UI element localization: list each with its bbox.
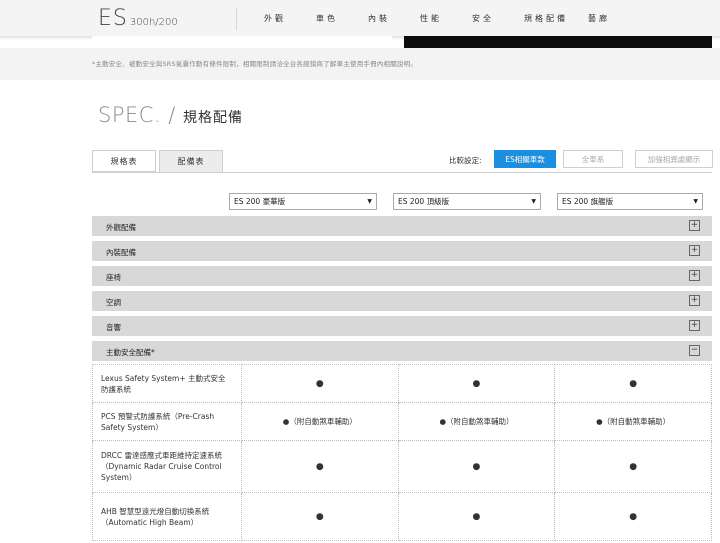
table-row: Lexus Safety System+ 主動式安全防護系統 ● ● ● — [92, 364, 712, 403]
header-divider — [236, 8, 237, 30]
feature-name: DRCC 雷達感應式車距維持定速系統（Dynamic Radar Cruise … — [92, 440, 242, 493]
banner-image-left — [92, 36, 392, 48]
feature-value: ● — [554, 364, 712, 403]
dropdown-arrow-icon: ▼ — [367, 198, 372, 205]
tab-equipment-sheet[interactable]: 配備表 — [159, 150, 223, 173]
nav-item-colors[interactable]: 車色 — [316, 13, 338, 24]
all-models-button[interactable]: 全車系 — [563, 150, 623, 168]
expand-icon[interactable]: + — [689, 270, 700, 281]
section-interior[interactable]: 內裝配備 + — [92, 241, 712, 261]
feature-value: ● — [241, 440, 399, 493]
nav-item-safety[interactable]: 安全 — [472, 13, 494, 24]
model-select-2-value: ES 200 頂級版 — [398, 197, 450, 206]
nav-item-exterior[interactable]: 外觀 — [264, 13, 286, 24]
feature-value: ● — [554, 440, 712, 493]
main-nav: 外觀 車色 內裝 性能 安全 規格配備 藝廊 — [248, 0, 610, 36]
section-label: 空調 — [106, 298, 121, 307]
model-select-3-value: ES 200 旗艦版 — [562, 197, 614, 206]
page-title: SPEC. / 規格配備 — [98, 103, 243, 127]
section-exterior[interactable]: 外觀配備 + — [92, 216, 712, 236]
feature-name: Lexus Safety System+ 主動式安全防護系統 — [92, 364, 242, 403]
nav-item-performance[interactable]: 性能 — [420, 13, 442, 24]
model-select-1[interactable]: ES 200 豪華版 ▼ — [229, 193, 377, 210]
section-label: 內裝配備 — [106, 248, 136, 257]
tabs-divider — [92, 172, 712, 173]
feature-value: ●（附自動煞車輔助） — [241, 402, 399, 441]
nav-item-gallery[interactable]: 藝廊 — [588, 13, 610, 24]
logo-main: ES — [98, 6, 128, 31]
top-header: ES 300h/200 外觀 車色 內裝 性能 安全 規格配備 藝廊 — [0, 0, 720, 37]
expand-icon[interactable]: + — [689, 245, 700, 256]
section-active-safety[interactable]: 主動安全配備* − — [92, 341, 712, 361]
feature-value: ● — [397, 364, 556, 403]
section-label: 音響 — [106, 323, 121, 332]
feature-name: PCS 預警式防護系統（Pre-Crash Safety System） — [92, 402, 242, 441]
expand-icon[interactable]: + — [689, 295, 700, 306]
section-label: 外觀配備 — [106, 223, 136, 232]
banner-image-right — [404, 36, 712, 48]
expand-icon[interactable]: + — [689, 320, 700, 331]
feature-value: ● — [241, 492, 399, 541]
page-title-zh: 規格配備 — [183, 110, 244, 126]
section-seats[interactable]: 座椅 + — [92, 266, 712, 286]
nav-item-interior[interactable]: 內裝 — [368, 13, 390, 24]
model-select-1-value: ES 200 豪華版 — [234, 197, 286, 206]
compare-label: 比較設定: — [449, 156, 482, 165]
tab-spec-sheet[interactable]: 規格表 — [92, 150, 156, 172]
section-audio[interactable]: 音響 + — [92, 316, 712, 336]
section-label: 座椅 — [106, 273, 121, 282]
expand-icon[interactable]: + — [689, 220, 700, 231]
highlight-differences-button[interactable]: 加強相異處顯示 — [635, 150, 713, 168]
collapse-icon[interactable]: − — [689, 345, 700, 356]
table-row: PCS 預警式防護系統（Pre-Crash Safety System） ●（附… — [92, 402, 712, 441]
model-select-2[interactable]: ES 200 頂級版 ▼ — [393, 193, 541, 210]
es-related-models-button[interactable]: ES相關車款 — [494, 150, 556, 168]
dropdown-arrow-icon: ▼ — [531, 198, 536, 205]
logo-sub: 300h/200 — [129, 17, 178, 28]
section-air-conditioning[interactable]: 空調 + — [92, 291, 712, 311]
section-label: 主動安全配備* — [106, 348, 155, 357]
dropdown-arrow-icon: ▼ — [693, 198, 698, 205]
feature-value: ●（附自動煞車輔助） — [397, 402, 556, 441]
feature-value: ●（附自動煞車輔助） — [554, 402, 712, 441]
model-select-3[interactable]: ES 200 旗艦版 ▼ — [557, 193, 703, 210]
logo[interactable]: ES 300h/200 — [98, 6, 178, 31]
feature-value: ● — [554, 492, 712, 541]
nav-item-spec[interactable]: 規格配備 — [524, 13, 568, 24]
disclaimer-text: *主動安全、被動安全與SRS氣囊作動有條件限制，相關限制請洽全台各經銷商了解車主… — [92, 60, 418, 68]
table-row: AHB 智慧型遠光燈自動切換系統（Automatic High Beam） ● … — [92, 492, 712, 541]
active-safety-table: Lexus Safety System+ 主動式安全防護系統 ● ● ● PCS… — [92, 364, 712, 541]
feature-name: AHB 智慧型遠光燈自動切換系統（Automatic High Beam） — [92, 492, 242, 541]
table-row: DRCC 雷達感應式車距維持定速系統（Dynamic Radar Cruise … — [92, 440, 712, 493]
feature-value: ● — [397, 440, 556, 493]
page-title-en: SPEC. / — [98, 103, 176, 127]
feature-value: ● — [397, 492, 556, 541]
feature-value: ● — [241, 364, 399, 403]
